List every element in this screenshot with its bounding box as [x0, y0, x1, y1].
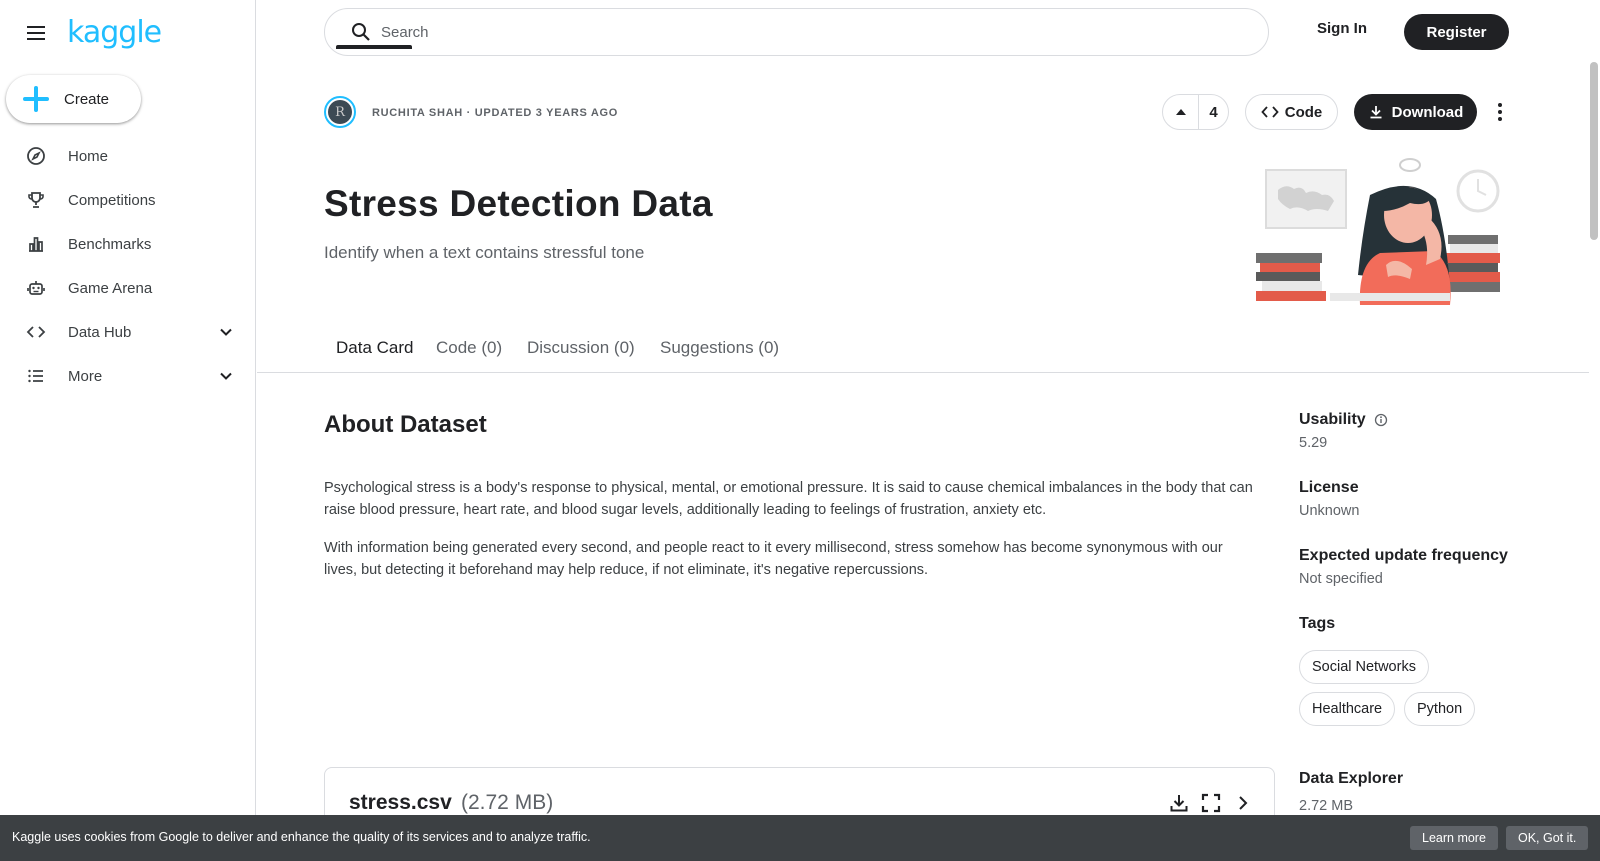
stressed-person-illustration: [1256, 158, 1500, 305]
menu-icon[interactable]: [24, 21, 48, 45]
sidebar-item-label: Game Arena: [68, 279, 153, 297]
tab-suggestions[interactable]: Suggestions (0): [660, 338, 779, 358]
license-label: License: [1299, 479, 1359, 496]
upvote-button[interactable]: [1163, 95, 1199, 129]
sidebar-nav: Home Competitions Benchmarks Game Arena …: [0, 134, 255, 398]
tags-section: Tags: [1299, 615, 1335, 633]
chevron-down-icon[interactable]: [217, 367, 235, 385]
trophy-icon: [25, 189, 47, 211]
update-frequency-value: Not specified: [1299, 571, 1383, 587]
data-explorer-label: Data Explorer: [1299, 770, 1404, 787]
sidebar-item-game-arena[interactable]: Game Arena: [0, 266, 255, 310]
avatar[interactable]: R: [324, 96, 356, 128]
sidebar-item-competitions[interactable]: Competitions: [0, 178, 255, 222]
usability-label: Usability: [1299, 411, 1366, 428]
tag-chip[interactable]: Healthcare: [1299, 692, 1396, 726]
accept-cookies-button[interactable]: OK, Got it.: [1506, 826, 1589, 850]
more-options-icon[interactable]: [1490, 100, 1510, 124]
kaggle-logo[interactable]: kaggle: [67, 14, 162, 52]
download-icon: [1370, 106, 1382, 119]
search-bar[interactable]: [324, 8, 1269, 56]
about-paragraph: Psychological stress is a body's respons…: [324, 480, 1253, 518]
sidebar-item-label: Benchmarks: [68, 235, 152, 253]
learn-more-button[interactable]: Learn more: [1410, 826, 1498, 850]
code-button-label: Code: [1284, 103, 1323, 121]
sidebar-header: kaggle: [24, 14, 162, 52]
update-frequency-label: Expected update frequency: [1299, 547, 1508, 564]
sidebar-item-data-hub[interactable]: Data Hub: [0, 310, 255, 354]
compass-icon: [25, 145, 47, 167]
tab-discussion[interactable]: Discussion (0): [527, 338, 635, 358]
fullscreen-icon[interactable]: [1200, 792, 1222, 814]
code-button[interactable]: Code: [1245, 94, 1338, 130]
chevron-down-icon[interactable]: [217, 323, 235, 341]
cookie-banner: Kaggle uses cookies from Google to deliv…: [0, 815, 1600, 861]
file-size: (2.72 MB): [461, 791, 554, 814]
create-button[interactable]: Create: [6, 75, 141, 123]
sidebar-item-label: Home: [68, 147, 109, 165]
tab-data-card[interactable]: Data Card: [336, 338, 413, 358]
tag-chip[interactable]: Social Networks: [1299, 650, 1429, 684]
active-tab-indicator: [336, 45, 412, 49]
sidebar-item-label: Competitions: [68, 191, 156, 209]
register-button[interactable]: Register: [1404, 14, 1509, 50]
owner-updated-line: RUCHITA SHAH · UPDATED 3 YEARS AGO: [372, 107, 619, 119]
update-frequency-section: Expected update frequency Not specified: [1299, 547, 1508, 587]
create-label: Create: [64, 90, 110, 108]
download-button-label: Download: [1391, 103, 1464, 121]
tab-code[interactable]: Code (0): [436, 338, 502, 358]
sidebar-item-benchmarks[interactable]: Benchmarks: [0, 222, 255, 266]
plus-icon: [22, 85, 50, 113]
cookie-text: Kaggle uses cookies from Google to deliv…: [12, 830, 591, 844]
info-icon[interactable]: [1374, 413, 1388, 427]
tab-bar: Data Card Code (0) Discussion (0) Sugges…: [257, 322, 1589, 373]
page-scrollbar[interactable]: [1590, 62, 1598, 240]
sidebar: kaggle Create Home Competitions Benchmar…: [0, 0, 256, 861]
list-icon: [25, 365, 47, 387]
page-subtitle: Identify when a text contains stressful …: [324, 243, 645, 262]
caret-up-icon: [1175, 109, 1186, 115]
license-section: License Unknown: [1299, 479, 1359, 519]
tags-label: Tags: [1299, 615, 1336, 632]
code-icon: [1261, 106, 1279, 118]
avatar-initial: R: [328, 100, 352, 124]
search-input[interactable]: [381, 23, 1181, 41]
robot-icon: [25, 277, 47, 299]
file-name[interactable]: stress.csv: [349, 791, 452, 815]
chevron-right-icon[interactable]: [1232, 792, 1254, 814]
sign-in-link[interactable]: Sign In: [1317, 20, 1367, 37]
download-icon[interactable]: [1168, 792, 1190, 814]
usability-section: Usability 5.29: [1299, 411, 1388, 451]
usability-value: 5.29: [1299, 435, 1328, 451]
vote-count: 4: [1209, 103, 1218, 121]
license-value[interactable]: Unknown: [1299, 503, 1359, 519]
about-paragraph: With information being generated every s…: [324, 540, 1223, 578]
sidebar-item-label: More: [68, 367, 103, 385]
sidebar-item-more[interactable]: More: [0, 354, 255, 398]
upvote-widget: 4: [1162, 94, 1229, 130]
code-brackets-icon: [25, 321, 47, 343]
sidebar-item-label: Data Hub: [68, 323, 132, 341]
page-title: Stress Detection Data: [324, 183, 713, 224]
download-button[interactable]: Download: [1354, 94, 1477, 130]
bar-chart-icon: [25, 233, 47, 255]
tag-chip[interactable]: Python: [1404, 692, 1476, 726]
sidebar-item-home[interactable]: Home: [0, 134, 255, 178]
search-icon: [349, 20, 373, 44]
about-heading: About Dataset: [324, 411, 487, 438]
data-explorer-size: 2.72 MB: [1299, 798, 1353, 814]
data-explorer-section: Data Explorer 2.72 MB: [1299, 770, 1403, 814]
